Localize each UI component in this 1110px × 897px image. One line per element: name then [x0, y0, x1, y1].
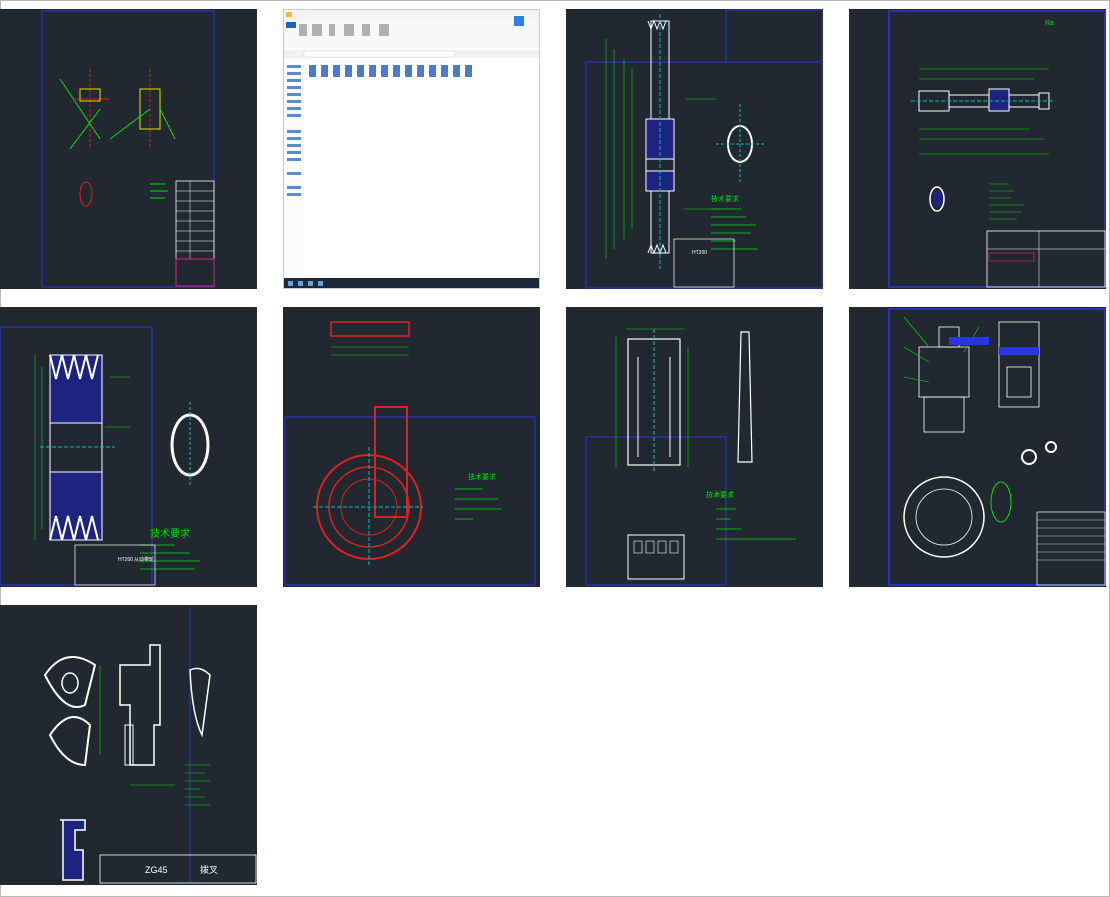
thumbnail-cad-pulley[interactable]: 技术要求 HT200: [566, 9, 823, 289]
title-block-text: HT200: [692, 250, 707, 256]
thumbnail-cad-shaft[interactable]: Ra: [849, 9, 1106, 289]
cad-drawing-1: [41, 10, 215, 288]
cad-drawing-7: 技术要求: [585, 328, 796, 586]
cad-drawing-5: 技术要求 HT200 从动带轮: [0, 326, 210, 586]
title-block-label: 从动带轮: [134, 556, 154, 563]
cad-drawing-6: 技术要求: [284, 321, 536, 586]
title-block-text: ZG45: [145, 865, 168, 875]
cad-drawing-9: ZG45 拨叉: [43, 607, 257, 884]
roughness-mark: Ra: [1045, 20, 1054, 27]
note-title: 技术要求: [706, 490, 734, 499]
thumbnail-cad-part-views[interactable]: 技术要求: [566, 307, 823, 587]
thumbnail-cad-pulley-section[interactable]: 技术要求 HT200 从动带轮: [0, 307, 257, 587]
note-title: 技术要求: [468, 472, 496, 481]
explorer-window: [284, 10, 539, 288]
thumbnail-file-explorer[interactable]: [283, 9, 540, 289]
note-title: 技术要求: [711, 194, 739, 203]
thumbnail-cad-assembly-sheet[interactable]: [0, 9, 257, 289]
thumbnail-cad-gear-housing[interactable]: 技术要求: [283, 307, 540, 587]
title-block-text: HT200: [118, 557, 133, 563]
title-block-label: 拨叉: [200, 864, 218, 875]
thumbnail-cad-fork[interactable]: ZG45 拨叉: [0, 605, 257, 885]
cad-drawing-3: 技术要求 HT200: [585, 9, 823, 289]
cad-drawing-8: [888, 308, 1106, 586]
cad-drawing-4: Ra: [888, 10, 1106, 288]
note-title: 技术要求: [150, 527, 190, 540]
thumbnail-cad-assembly-multi[interactable]: [849, 307, 1106, 587]
